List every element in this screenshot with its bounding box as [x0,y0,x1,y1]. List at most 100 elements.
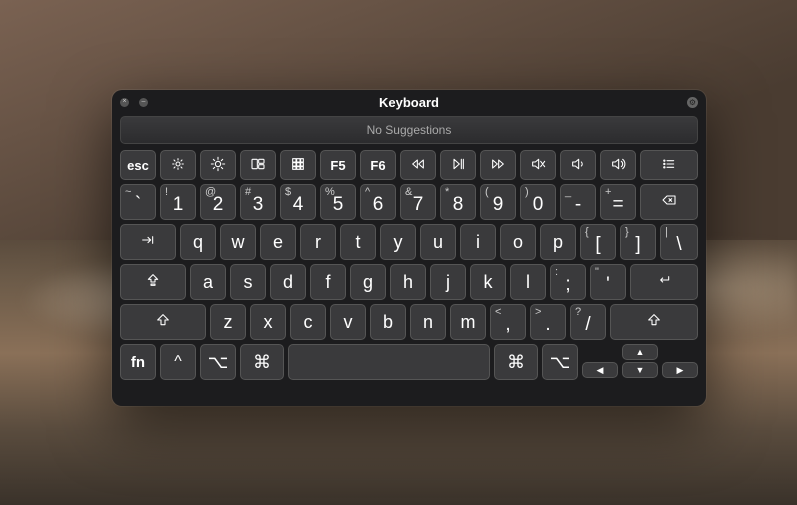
key-d[interactable]: d [270,264,306,300]
key-fast-forward[interactable] [480,150,516,180]
delete-icon [661,192,677,213]
key-q[interactable]: q [180,224,216,260]
tab-icon [140,232,156,253]
rewind-icon [410,156,426,175]
key-play-pause[interactable] [440,150,476,180]
mute-icon [530,156,546,175]
key-6[interactable]: ^6 [360,184,396,220]
key-g[interactable]: g [350,264,386,300]
key-bracket-right[interactable]: }] [620,224,656,260]
key-rewind[interactable] [400,150,436,180]
list-icon [661,156,677,175]
settings-button[interactable]: ⚙ [687,97,698,108]
volume-up-icon [610,156,626,175]
key-k[interactable]: k [470,264,506,300]
function-row: esc F5 F6 [120,150,698,180]
key-x[interactable]: x [250,304,286,340]
key-e[interactable]: e [260,224,296,260]
key-s[interactable]: s [230,264,266,300]
suggestion-bar[interactable]: No Suggestions [120,116,698,144]
key-w[interactable]: w [220,224,256,260]
key-bracket-left[interactable]: {[ [580,224,616,260]
key-volume-up[interactable] [600,150,636,180]
minimize-button[interactable]: – [139,98,148,107]
key-m[interactable]: m [450,304,486,340]
key-space[interactable] [288,344,490,380]
key-4[interactable]: $4 [280,184,316,220]
key-tab[interactable] [120,224,176,260]
key-r[interactable]: r [300,224,336,260]
key-return[interactable] [630,264,698,300]
key-brightness-up[interactable] [200,150,236,180]
key-brightness-down[interactable] [160,150,196,180]
key-shift-left[interactable] [120,304,206,340]
key-f6[interactable]: F6 [360,150,396,180]
key-8[interactable]: *8 [440,184,476,220]
key-caps-lock[interactable] [120,264,186,300]
key-5[interactable]: %5 [320,184,356,220]
key-comma[interactable]: <, [490,304,526,340]
titlebar: × – Keyboard ⚙ [112,90,706,114]
key-u[interactable]: u [420,224,456,260]
asdf-row: a s d f g h j k l :; "' [120,264,698,300]
key-control[interactable]: ^ [160,344,196,380]
key-arrow-right[interactable]: ▶ [662,362,698,378]
key-2[interactable]: @2 [200,184,236,220]
key-option-right[interactable]: ⌥ [542,344,578,380]
key-command-right[interactable]: ⌘ [494,344,538,380]
key-option-left[interactable]: ⌥ [200,344,236,380]
key-list[interactable] [640,150,698,180]
key-esc[interactable]: esc [120,150,156,180]
key-o[interactable]: o [500,224,536,260]
key-semicolon[interactable]: :; [550,264,586,300]
key-launchpad[interactable] [280,150,316,180]
key-j[interactable]: j [430,264,466,300]
mission-control-icon [250,156,266,175]
number-row: ~` !1 @2 #3 $4 %5 ^6 &7 *8 (9 )0 _- += [120,184,698,220]
shift-icon [646,312,662,333]
key-l[interactable]: l [510,264,546,300]
key-delete[interactable] [640,184,698,220]
key-n[interactable]: n [410,304,446,340]
key-0[interactable]: )0 [520,184,556,220]
key-1[interactable]: !1 [160,184,196,220]
key-mute[interactable] [520,150,556,180]
key-f5[interactable]: F5 [320,150,356,180]
key-c[interactable]: c [290,304,326,340]
shift-icon [155,312,171,333]
key-t[interactable]: t [340,224,376,260]
play-pause-icon [450,156,466,175]
key-z[interactable]: z [210,304,246,340]
key-period[interactable]: >. [530,304,566,340]
key-quote[interactable]: "' [590,264,626,300]
key-command-left[interactable]: ⌘ [240,344,284,380]
key-arrow-left[interactable]: ◀ [582,362,618,378]
suggestion-text: No Suggestions [367,123,452,137]
key-7[interactable]: &7 [400,184,436,220]
key-f[interactable]: f [310,264,346,300]
key-v[interactable]: v [330,304,366,340]
key-3[interactable]: #3 [240,184,276,220]
key-i[interactable]: i [460,224,496,260]
key-a[interactable]: a [190,264,226,300]
key-9[interactable]: (9 [480,184,516,220]
key-p[interactable]: p [540,224,576,260]
key-arrow-down[interactable]: ▼ [622,362,658,378]
key-slash[interactable]: ?/ [570,304,606,340]
key-minus[interactable]: _- [560,184,596,220]
key-volume-down[interactable] [560,150,596,180]
key-y[interactable]: y [380,224,416,260]
key-equals[interactable]: += [600,184,636,220]
key-mission-control[interactable] [240,150,276,180]
key-h[interactable]: h [390,264,426,300]
key-backslash[interactable]: |\ [660,224,698,260]
key-arrow-up[interactable]: ▲ [622,344,658,360]
volume-down-icon [570,156,586,175]
close-button[interactable]: × [120,98,129,107]
key-b[interactable]: b [370,304,406,340]
key-shift-right[interactable] [610,304,698,340]
keyboard-viewer-window: × – Keyboard ⚙ No Suggestions esc F5 F6 [112,90,706,406]
key-fn[interactable]: fn [120,344,156,380]
key-backtick[interactable]: ~` [120,184,156,220]
arrow-cluster: ▲ ◀ ▼ ▶ [582,344,698,380]
